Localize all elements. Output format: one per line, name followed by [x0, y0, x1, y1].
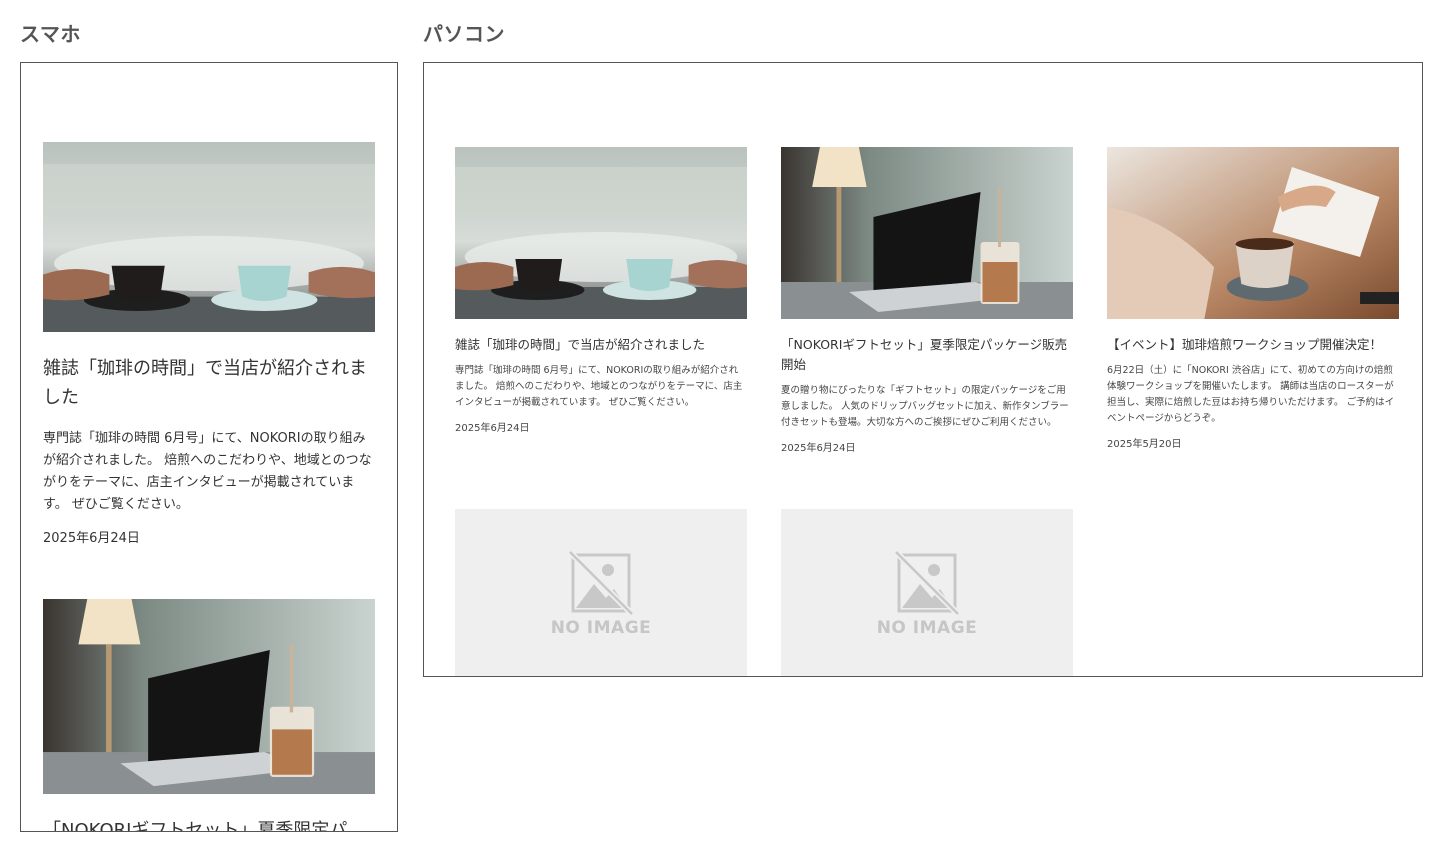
post-title[interactable]: 「NOKORIギフトセット」夏季限定パ — [43, 816, 375, 831]
desktop-post-card[interactable]: 【イベント】珈琲焙煎ワークショップ開催決定！ 6月22日（土）に「NOKORI … — [1107, 147, 1399, 450]
desktop-post-card[interactable]: NO IMAGE — [455, 509, 747, 676]
post-title[interactable]: 【イベント】珈琲焙煎ワークショップ開催決定！ — [1107, 335, 1399, 355]
post-title[interactable]: 雑誌「珈琲の時間」で当店が紹介されました — [43, 354, 375, 412]
post-title[interactable]: 「NOKORIギフトセット」夏季限定パッケージ販売開始 — [781, 335, 1073, 375]
post-thumbnail[interactable] — [43, 142, 375, 332]
no-image-icon — [894, 550, 960, 616]
post-date: 2025年5月20日 — [1107, 439, 1182, 450]
post-description: 夏の贈り物にぴったりな「ギフトセット」の限定パッケージをご用意しました。 人気の… — [781, 385, 1069, 428]
mobile-section-label: スマホ — [20, 22, 81, 46]
post-thumbnail[interactable] — [1107, 147, 1399, 319]
post-description: 専門誌「珈琲の時間 6月号」にて、NOKORIの取り組みが紹介されました。 焙煎… — [43, 431, 372, 512]
post-description: 6月22日（土）に「NOKORI 渋谷店」にて、初めての方向けの焙煎体験ワークシ… — [1107, 365, 1395, 424]
post-description: 専門誌「珈琲の時間 6月号」にて、NOKORIの取り組みが紹介されました。 焙煎… — [455, 365, 743, 408]
desktop-post-card[interactable]: 「NOKORIギフトセット」夏季限定パッケージ販売開始 夏の贈り物にぴったりな「… — [781, 147, 1073, 454]
post-title[interactable]: 雑誌「珈琲の時間」で当店が紹介されました — [455, 335, 747, 355]
coffee-cups-photo — [455, 147, 747, 319]
desktop-section-label: パソコン — [423, 22, 505, 46]
post-thumbnail[interactable] — [43, 599, 375, 794]
post-date: 2025年6月24日 — [455, 423, 530, 434]
desktop-post-card[interactable]: NO IMAGE — [781, 509, 1073, 676]
laptop-iced-coffee-photo — [43, 599, 375, 794]
post-thumbnail[interactable] — [781, 147, 1073, 319]
mobile-preview-frame: 雑誌「珈琲の時間」で当店が紹介されました 専門誌「珈琲の時間 6月号」にて、NO… — [20, 62, 398, 832]
no-image-label: NO IMAGE — [550, 618, 652, 638]
post-date: 2025年6月24日 — [781, 443, 856, 454]
mobile-post-card[interactable]: 雑誌「珈琲の時間」で当店が紹介されました 専門誌「珈琲の時間 6月号」にて、NO… — [43, 142, 375, 546]
coffee-cups-photo — [43, 142, 375, 332]
desktop-post-card[interactable]: 雑誌「珈琲の時間」で当店が紹介されました 専門誌「珈琲の時間 6月号」にて、NO… — [455, 147, 747, 434]
no-image-placeholder[interactable]: NO IMAGE — [455, 509, 747, 676]
desktop-preview-frame: 雑誌「珈琲の時間」で当店が紹介されました 専門誌「珈琲の時間 6月号」にて、NO… — [423, 62, 1423, 677]
mobile-post-card[interactable]: 「NOKORIギフトセット」夏季限定パ — [43, 599, 375, 831]
no-image-placeholder[interactable]: NO IMAGE — [781, 509, 1073, 676]
no-image-label: NO IMAGE — [876, 618, 978, 638]
laptop-iced-coffee-photo — [781, 147, 1073, 319]
no-image-icon — [568, 550, 634, 616]
coffee-hands-table-photo — [1107, 147, 1399, 319]
post-date: 2025年6月24日 — [43, 531, 140, 546]
post-thumbnail[interactable] — [455, 147, 747, 319]
